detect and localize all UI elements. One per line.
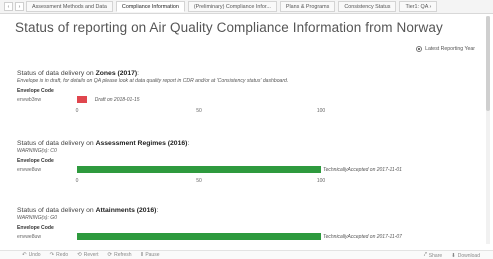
share-button[interactable]: ⤤ Share bbox=[424, 252, 442, 259]
tabs-prev-button[interactable]: ‹ bbox=[4, 2, 13, 11]
status-bar[interactable] bbox=[77, 166, 321, 173]
chevron-right-icon: › bbox=[18, 4, 21, 10]
zones-status-section: Status of data delivery on Zones (2017):… bbox=[17, 70, 477, 116]
download-button[interactable]: ⬇ Download bbox=[451, 252, 480, 259]
axis-tick-label: 100 bbox=[316, 108, 326, 114]
tab-consistency-status[interactable]: Consistency Status bbox=[338, 1, 397, 12]
revert-icon: ⟲ bbox=[77, 252, 82, 258]
assessment-regimes-status-section: Status of data delivery on Assessment Re… bbox=[17, 140, 477, 186]
section-subtitle: WARNING(s): C0 bbox=[17, 148, 57, 154]
axis-tick-label: 50 bbox=[196, 178, 202, 184]
progress-axis: 0 50 100 bbox=[17, 108, 477, 116]
latest-reporting-year-label: Latest Reporting Year bbox=[425, 46, 475, 52]
envelope-code[interactable]: envwb3nw bbox=[17, 97, 41, 103]
tab-tier1-qa[interactable]: Tier1: QA › bbox=[399, 1, 438, 12]
envelope-row: envwe8uw TechnicallyAccepted on 2017-11-… bbox=[17, 166, 477, 175]
envelope-code-header: Envelope Code bbox=[17, 225, 54, 231]
tab-bar: ‹ › Assessment Methods and Data Complian… bbox=[0, 0, 493, 14]
progress-axis: 0 50 100 bbox=[17, 178, 477, 186]
vertical-scrollbar[interactable] bbox=[486, 16, 490, 244]
bottom-right-actions: ⤤ Share ⬇ Download bbox=[424, 252, 489, 259]
undo-label: Undo bbox=[28, 252, 41, 258]
radio-selected-icon bbox=[416, 46, 423, 52]
revert-label: Revert bbox=[83, 252, 99, 258]
tabs-next-button[interactable]: › bbox=[15, 2, 24, 11]
download-label: Download bbox=[457, 252, 480, 259]
axis-tick-label: 100 bbox=[316, 178, 326, 184]
share-label: Share bbox=[428, 252, 443, 259]
download-icon: ⬇ bbox=[451, 252, 456, 259]
pause-button[interactable]: Ⅱ Pause bbox=[141, 252, 160, 258]
revert-button[interactable]: ⟲ Revert bbox=[77, 252, 98, 258]
status-bar[interactable] bbox=[77, 96, 87, 103]
redo-button[interactable]: ↷ Redo bbox=[50, 252, 69, 258]
tab-preliminary-compliance[interactable]: (Preliminary) Compliance Infor... bbox=[187, 1, 277, 12]
chevron-left-icon: ‹ bbox=[7, 4, 10, 10]
status-bar-label: TechnicallyAccepted on 2017-11-01 bbox=[323, 167, 402, 173]
attainments-status-section: Status of data delivery on Attainments (… bbox=[17, 207, 477, 242]
latest-reporting-year-option[interactable]: Latest Reporting Year bbox=[416, 46, 475, 52]
envelope-code[interactable]: envwe8uw bbox=[17, 234, 41, 240]
axis-tick-label: 0 bbox=[75, 108, 79, 114]
tab-compliance-information[interactable]: Compliance Information bbox=[115, 1, 185, 12]
section-subtitle: Envelope is in draft, for details on QA … bbox=[17, 78, 289, 84]
section-title: Status of data delivery on Zones (2017): bbox=[17, 70, 140, 77]
share-icon: ⤤ bbox=[423, 252, 427, 258]
undo-button[interactable]: ↶ Undo bbox=[22, 252, 41, 258]
envelope-code-header: Envelope Code bbox=[17, 88, 54, 94]
status-bar-label: TechnicallyAccepted on 2017-11-07 bbox=[323, 234, 402, 240]
redo-icon: ↷ bbox=[49, 252, 55, 258]
section-title: Status of data delivery on Assessment Re… bbox=[17, 140, 190, 147]
envelope-row: envwb3nw Draft on 2018-01-15 bbox=[17, 96, 477, 105]
tab-plans-programs[interactable]: Plans & Programs bbox=[279, 1, 336, 12]
pause-label: Pause bbox=[145, 252, 160, 258]
tab-assessment-methods[interactable]: Assessment Methods and Data bbox=[26, 1, 113, 12]
section-subtitle: WARNING(s): G0 bbox=[17, 215, 58, 221]
undo-icon: ↶ bbox=[22, 252, 27, 258]
refresh-button[interactable]: ⟳ Refresh bbox=[107, 252, 131, 258]
envelope-code[interactable]: envwe8uw bbox=[17, 167, 41, 173]
bottom-toolbar: ↶ Undo ↷ Redo ⟲ Revert ⟳ Refresh Ⅱ Pause ⤤ Sha… bbox=[0, 250, 493, 259]
axis-tick-label: 0 bbox=[75, 178, 79, 184]
scrollbar-thumb[interactable] bbox=[486, 16, 490, 111]
envelope-row: envwe8uw TechnicallyAccepted on 2017-11-… bbox=[17, 233, 477, 242]
redo-label: Redo bbox=[56, 252, 69, 258]
status-bar[interactable] bbox=[77, 233, 321, 240]
axis-tick-label: 50 bbox=[196, 108, 202, 114]
pause-icon: Ⅱ bbox=[140, 252, 144, 258]
refresh-icon: ⟳ bbox=[107, 252, 113, 258]
refresh-label: Refresh bbox=[114, 252, 132, 258]
envelope-code-header: Envelope Code bbox=[17, 158, 54, 164]
page-title: Status of reporting on Air Quality Compl… bbox=[15, 20, 443, 35]
section-title: Status of data delivery on Attainments (… bbox=[17, 207, 159, 214]
status-bar-label: Draft on 2018-01-15 bbox=[94, 97, 140, 103]
